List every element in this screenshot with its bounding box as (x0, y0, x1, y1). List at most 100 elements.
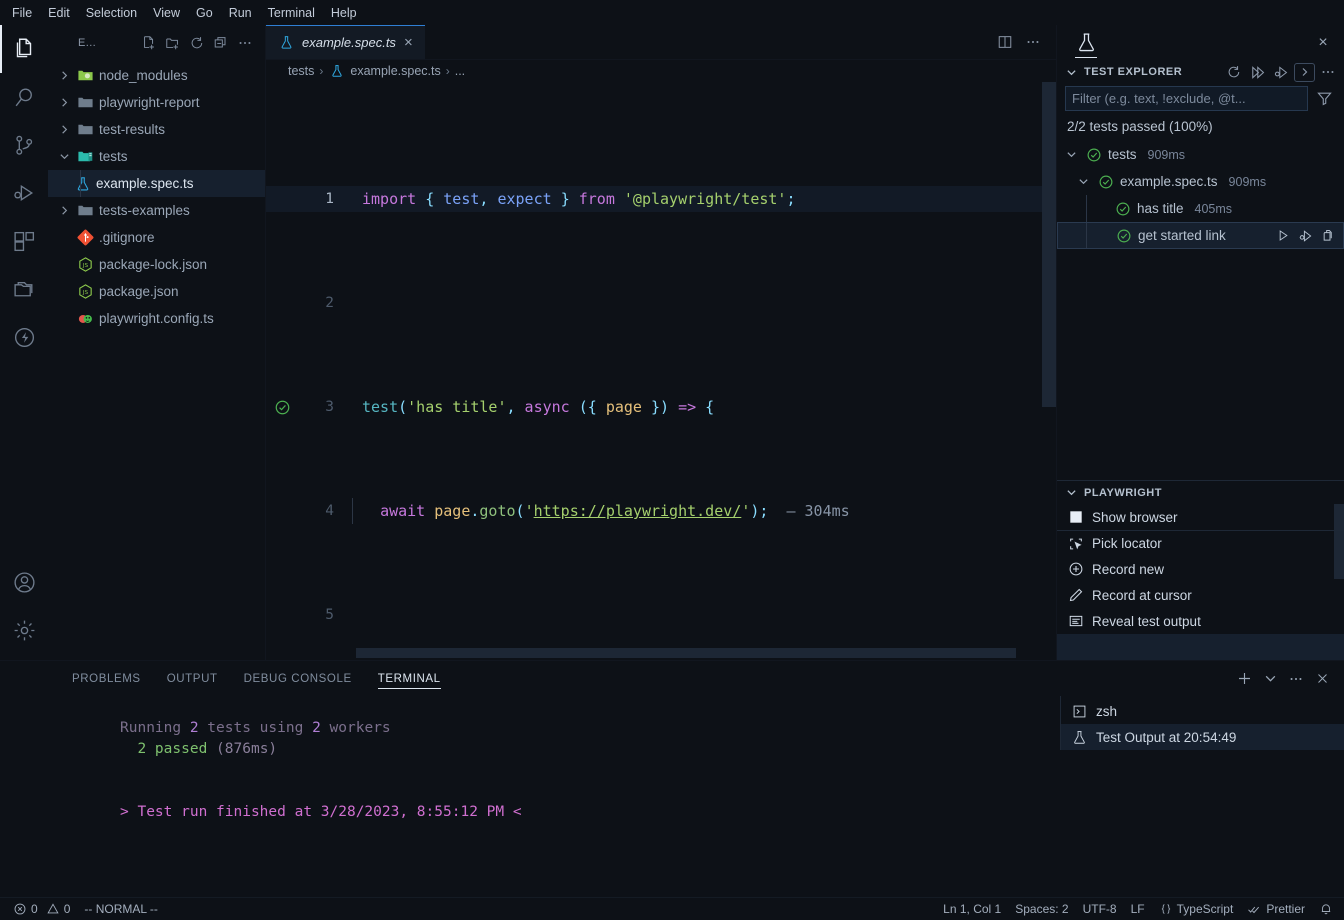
menu-item-help[interactable]: Help (323, 4, 365, 22)
tab-example-spec-ts[interactable]: example.spec.ts × (266, 25, 426, 59)
close-panel-icon[interactable] (1310, 667, 1334, 691)
accounts-icon[interactable] (0, 558, 48, 606)
menu-item-run[interactable]: Run (221, 4, 260, 22)
more-actions-icon[interactable] (1316, 61, 1339, 83)
test-tree-item-example-spec-ts[interactable]: example.spec.ts 909ms (1057, 168, 1344, 195)
editor-vertical-scrollbar[interactable] (1042, 82, 1056, 660)
playwright-show-browser[interactable]: Show browser (1057, 504, 1344, 530)
extensions-icon[interactable] (0, 217, 48, 265)
tree-item-example-spec-ts[interactable]: example.spec.ts (48, 170, 265, 197)
filter-input-wrapper[interactable] (1065, 86, 1308, 111)
collapse-all-icon[interactable] (209, 32, 233, 54)
terminal-item-test-output[interactable]: Test Output at 20:54:49 (1061, 724, 1344, 750)
tab-problems[interactable]: PROBLEMS (72, 661, 141, 696)
terminal-item-zsh[interactable]: zsh (1061, 698, 1344, 724)
manage-settings-icon[interactable] (0, 606, 48, 654)
scrollbar-thumb[interactable] (1042, 82, 1056, 407)
tree-item-package-json[interactable]: JS package.json (48, 278, 265, 305)
filter-input[interactable] (1072, 91, 1301, 106)
refresh-tests-icon[interactable] (1222, 61, 1245, 83)
status-eol[interactable]: LF (1124, 898, 1152, 920)
test-duration: 405ms (1194, 201, 1233, 216)
playwright-list-highlight-row[interactable] (1057, 634, 1344, 660)
remote-explorer-icon[interactable] (0, 265, 48, 313)
status-cursor-position[interactable]: Ln 1, Col 1 (936, 898, 1008, 920)
more-actions-icon[interactable] (1284, 667, 1308, 691)
status-notifications[interactable] (1312, 898, 1340, 920)
tab-debug-console[interactable]: DEBUG CONSOLE (244, 661, 352, 696)
playwright-section-header[interactable]: PLAYWRIGHT (1057, 480, 1344, 504)
editor-body[interactable]: 1 import { test, expect } from '@playwri… (266, 82, 1056, 660)
folder-node-modules-icon (77, 67, 94, 84)
tree-item-tests[interactable]: tests (48, 143, 265, 170)
tree-item-gitignore[interactable]: .gitignore (48, 224, 265, 251)
playwright-reveal-test-output[interactable]: Reveal test output (1057, 608, 1344, 634)
tree-item-playwright-config-ts[interactable]: playwright.config.ts (48, 305, 265, 332)
test-explorer-section-header[interactable]: TEST EXPLORER (1057, 60, 1344, 84)
menu-item-go[interactable]: Go (188, 4, 221, 22)
test-label: example.spec.ts (1120, 174, 1218, 189)
more-actions-icon[interactable] (233, 32, 257, 54)
refresh-icon[interactable] (185, 32, 209, 54)
close-icon[interactable]: × (403, 35, 414, 50)
go-to-test-icon[interactable] (1318, 226, 1337, 245)
tab-output[interactable]: OUTPUT (167, 661, 218, 696)
new-terminal-icon[interactable] (1232, 667, 1256, 691)
playwright-record-at-cursor[interactable]: Record at cursor (1057, 582, 1344, 608)
chevron-down-icon[interactable] (1258, 667, 1282, 691)
test-label: get started link (1138, 228, 1226, 243)
show-output-icon[interactable] (1294, 62, 1315, 82)
bottom-panel: PROBLEMS OUTPUT DEBUG CONSOLE TERMINAL R… (0, 660, 1344, 897)
tree-item-tests-examples[interactable]: tests-examples (48, 197, 265, 224)
debug-all-tests-icon[interactable] (1270, 61, 1293, 83)
source-control-icon[interactable] (0, 121, 48, 169)
breadcrumb-folder[interactable]: tests (288, 64, 314, 78)
tab-terminal[interactable]: TERMINAL (377, 661, 441, 696)
search-icon[interactable] (0, 73, 48, 121)
checkbox-unchecked-icon[interactable] (1067, 510, 1084, 524)
status-indentation[interactable]: Spaces: 2 (1008, 898, 1075, 920)
menu-item-edit[interactable]: Edit (40, 4, 78, 22)
menu-item-terminal[interactable]: Terminal (260, 4, 323, 22)
debug-test-icon[interactable] (1296, 226, 1315, 245)
terminal-list: zsh Test Output at 20:54:49 (1060, 696, 1344, 750)
tree-item-test-results[interactable]: test-results (48, 116, 265, 143)
test-passed-gutter-icon[interactable] (266, 399, 298, 416)
run-test-icon[interactable] (1274, 226, 1293, 245)
status-prettier[interactable]: Prettier (1240, 898, 1312, 920)
test-tree-item-has-title[interactable]: has title 405ms (1057, 195, 1344, 222)
tree-item-node-modules[interactable]: node_modules (48, 62, 265, 89)
menu-item-selection[interactable]: Selection (78, 4, 145, 22)
playwright-pick-locator[interactable]: Pick locator (1057, 530, 1344, 556)
scrollbar-thumb[interactable] (356, 648, 1016, 658)
pick-locator-icon (1067, 536, 1084, 552)
test-tree: tests 909ms example.spec.ts 909ms has ti… (1057, 141, 1344, 249)
test-tree-item-tests[interactable]: tests 909ms (1057, 141, 1344, 168)
tree-item-package-lock-json[interactable]: JS package-lock.json (48, 251, 265, 278)
close-panel-icon[interactable]: × (1312, 32, 1334, 54)
line-number: 2 (325, 295, 334, 311)
test-tree-item-get-started-link[interactable]: get started link (1057, 222, 1344, 249)
run-and-debug-icon[interactable] (0, 169, 48, 217)
status-language-mode[interactable]: TypeScript (1152, 898, 1241, 920)
tree-item-playwright-report[interactable]: playwright-report (48, 89, 265, 116)
split-editor-icon[interactable] (992, 30, 1018, 54)
more-actions-icon[interactable] (1020, 30, 1046, 54)
playwright-flask-icon[interactable] (1071, 26, 1101, 60)
new-folder-icon[interactable] (161, 32, 185, 54)
breadcrumb-file[interactable]: example.spec.ts (350, 64, 440, 78)
terminal-output[interactable]: Running 2 tests using 2 workers 2 passed… (48, 696, 1060, 897)
terminal-number: 2 (312, 720, 321, 736)
menu-item-file[interactable]: File (4, 4, 40, 22)
run-all-tests-icon[interactable] (1246, 61, 1269, 83)
menu-item-view[interactable]: View (145, 4, 188, 22)
editor-horizontal-scrollbar[interactable] (266, 648, 1056, 660)
status-problems[interactable]: 0 0 (6, 898, 77, 920)
status-encoding[interactable]: UTF-8 (1076, 898, 1124, 920)
testing-icon[interactable] (0, 313, 48, 361)
breadcrumb-symbol[interactable]: ... (455, 64, 465, 78)
new-file-icon[interactable] (137, 32, 161, 54)
explorer-icon[interactable] (0, 25, 48, 73)
playwright-record-new[interactable]: Record new (1057, 556, 1344, 582)
filter-icon[interactable] (1312, 90, 1336, 107)
